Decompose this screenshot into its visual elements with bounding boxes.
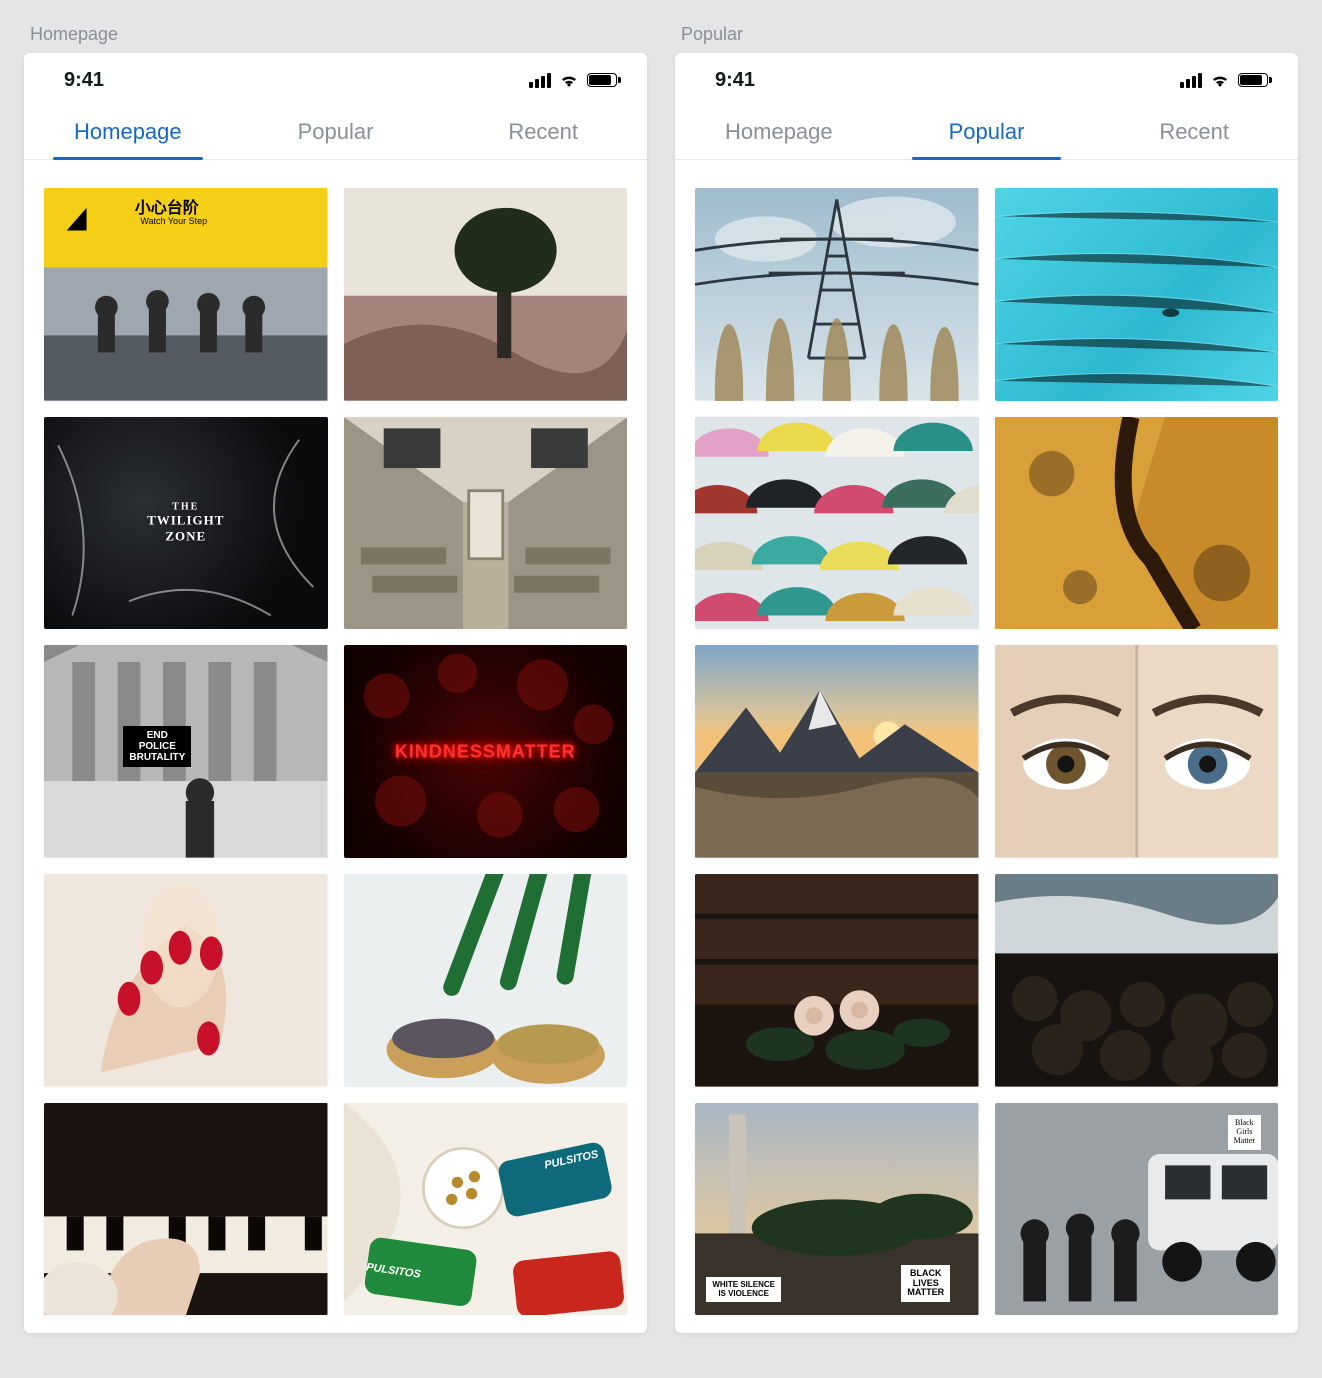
- tile-two-eyes[interactable]: [995, 645, 1279, 858]
- protest-sign: Black Girls Matter: [1228, 1115, 1261, 1149]
- tile-canyon-tree[interactable]: [344, 188, 628, 401]
- tile-neon-kindness[interactable]: KINDNESSMATTER: [344, 645, 628, 858]
- status-time: 9:41: [64, 69, 104, 92]
- tab-popular[interactable]: Popular: [883, 107, 1091, 159]
- protest-sign: END POLICE BRUTALITY: [123, 726, 191, 767]
- signal-icon: [1180, 73, 1202, 88]
- tab-recent[interactable]: Recent: [439, 107, 647, 159]
- status-bar: 9:41: [675, 53, 1298, 107]
- protest-sign-2: BLACK LIVES MATTER: [901, 1265, 950, 1303]
- wifi-icon: [559, 73, 579, 88]
- signal-icon: [529, 73, 551, 88]
- tile-turquoise-water[interactable]: [995, 188, 1279, 401]
- tile-red-nails-glass[interactable]: [44, 874, 328, 1087]
- tab-recent[interactable]: Recent: [1090, 107, 1298, 159]
- caption-en: Watch Your Step: [140, 216, 207, 226]
- tile-rusty-rock[interactable]: [995, 417, 1279, 630]
- status-time: 9:41: [715, 69, 755, 92]
- tile-protest-blm[interactable]: WHITE SILENCE IS VIOLENCE BLACK LIVES MA…: [695, 1103, 979, 1316]
- tile-colorful-umbrellas[interactable]: [695, 417, 979, 630]
- tile-pulsitos-snacks[interactable]: PULSITOS PULSITOS: [344, 1103, 628, 1316]
- screen-label-homepage: Homepage: [30, 24, 647, 45]
- tile-protest-end-brutality[interactable]: END POLICE BRUTALITY: [44, 645, 328, 858]
- grid-popular: WHITE SILENCE IS VIOLENCE BLACK LIVES MA…: [675, 160, 1298, 1319]
- tile-roses-dark-wall[interactable]: [695, 874, 979, 1087]
- tab-homepage[interactable]: Homepage: [24, 107, 232, 159]
- wifi-icon: [1210, 73, 1230, 88]
- tile-power-tower[interactable]: [695, 188, 979, 401]
- caption-cn: 小心台阶: [135, 194, 199, 218]
- tab-bar: Homepage Popular Recent: [675, 107, 1298, 160]
- tile-piano-hands[interactable]: [44, 1103, 328, 1316]
- protest-sign-1: WHITE SILENCE IS VIOLENCE: [706, 1277, 781, 1303]
- phone-frame-homepage: 9:41 Homepage Popular Recent: [24, 53, 647, 1333]
- tile-twilight-zone[interactable]: THE TWILIGHT ZONE: [44, 417, 328, 630]
- phone-frame-popular: 9:41 Homepage Popular Recent: [675, 53, 1298, 1333]
- tab-popular[interactable]: Popular: [232, 107, 440, 159]
- tile-protest-suv[interactable]: Black Girls Matter: [995, 1103, 1279, 1316]
- tab-homepage[interactable]: Homepage: [675, 107, 883, 159]
- tile-mountain-sunset[interactable]: [695, 645, 979, 858]
- tab-bar: Homepage Popular Recent: [24, 107, 647, 160]
- battery-icon: [587, 73, 617, 87]
- tile-empty-train[interactable]: [344, 417, 628, 630]
- neon-text: KINDNESSMATTER: [395, 741, 576, 762]
- tile-rocky-shore-wave[interactable]: [995, 874, 1279, 1087]
- caption-twilight: THE TWILIGHT ZONE: [147, 501, 224, 544]
- screen-label-popular: Popular: [681, 24, 1298, 45]
- battery-icon: [1238, 73, 1268, 87]
- grid-homepage: 小心台阶 Watch Your Step: [24, 160, 647, 1319]
- tile-watch-your-step[interactable]: 小心台阶 Watch Your Step: [44, 188, 328, 401]
- status-bar: 9:41: [24, 53, 647, 107]
- tile-palm-bowls[interactable]: [344, 874, 628, 1087]
